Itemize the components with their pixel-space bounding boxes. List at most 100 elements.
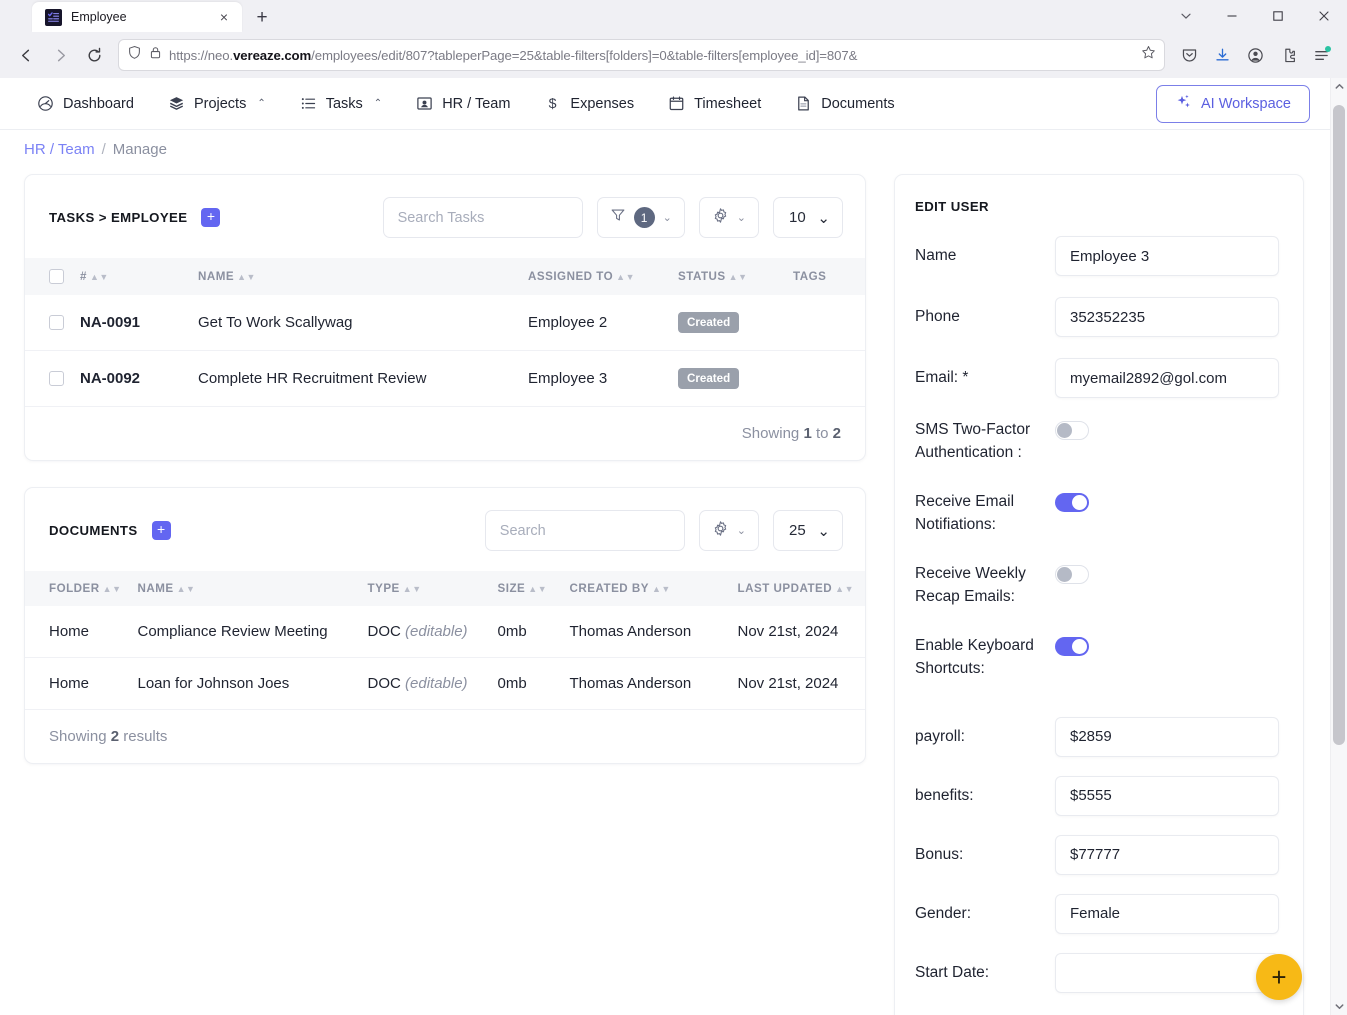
nav-item-label: Documents [821,96,894,112]
nav-item-label: HR / Team [442,96,510,112]
minimize-icon[interactable] [1209,0,1255,32]
task-id: NA-0091 [72,295,190,351]
ai-workspace-button[interactable]: AI Workspace [1156,85,1310,123]
doc-type-cell: DOC (editable) [360,658,490,710]
name-input[interactable]: Employee 3 [1055,236,1279,276]
nav-item-documents[interactable]: Documents [778,84,911,124]
field-label: payroll: [915,717,1055,749]
extensions-icon[interactable] [1272,39,1304,71]
nav-item-expenses[interactable]: $ Expenses [527,84,651,124]
add-task-button[interactable]: + [201,208,220,227]
close-icon[interactable]: × [215,8,233,26]
weekly-recap-toggle[interactable] [1055,565,1089,584]
doc-created-by: Thomas Anderson [562,658,730,710]
url-bar[interactable]: https://neo.vereaze.com/employees/edit/8… [118,39,1165,71]
documents-table: FOLDER▲▼ NAME▲▼ TYPE▲▼ SIZE▲▼ CREATED BY… [25,571,865,710]
browser-chrome: Employee × + [0,0,1347,78]
scroll-thumb[interactable] [1333,105,1345,745]
lock-icon[interactable] [149,46,162,64]
tasks-table-footer: Showing 1 to 2 [25,407,865,460]
sort-icon: ▲▼ [103,584,122,594]
table-row[interactable]: NA-0091 Get To Work Scallywag Employee 2… [25,295,865,351]
gender-input[interactable]: Female [1055,894,1279,934]
tasks-table-head: #▲▼ NAME▲▼ ASSIGNED TO▲▼ STATUS▲▼ TAGS [25,258,865,295]
col-type[interactable]: TYPE▲▼ [360,571,490,606]
tasks-search-input[interactable]: Search Tasks [383,197,583,238]
task-name: Complete HR Recruitment Review [190,351,520,407]
tasks-per-page-select[interactable]: 10 ⌄ [773,197,843,238]
table-row[interactable]: Home Compliance Review Meeting DOC (edit… [25,606,865,658]
app-menu-icon[interactable] [1305,39,1337,71]
email-notifications-toggle[interactable] [1055,493,1089,512]
field-row-weekly-recap: Receive Weekly Recap Emails: [915,563,1279,609]
list-all-tabs-icon[interactable] [1163,0,1209,32]
nav-item-tasks[interactable]: Tasks ⌃ [283,84,399,124]
col-folder[interactable]: FOLDER▲▼ [25,571,130,606]
sort-icon: ▲▼ [237,272,256,282]
col-doc-name[interactable]: NAME▲▼ [130,571,360,606]
doc-type-note: (editable) [405,623,468,640]
payroll-input[interactable]: $2859 [1055,717,1279,757]
email-input[interactable]: myemail2892@gol.com [1055,358,1279,398]
chevron-down-icon: ⌄ [817,522,830,540]
add-document-button[interactable]: + [152,521,171,540]
nav-item-hr-team[interactable]: HR / Team [399,84,527,124]
notification-dot [1325,46,1331,52]
svg-text:$: $ [549,96,557,112]
breadcrumb-root[interactable]: HR / Team [24,141,95,158]
col-size[interactable]: SIZE▲▼ [490,571,562,606]
col-assigned-to[interactable]: ASSIGNED TO▲▼ [520,258,670,295]
downloads-icon[interactable] [1206,39,1238,71]
keyboard-shortcuts-toggle[interactable] [1055,637,1089,656]
select-all-checkbox[interactable] [49,269,64,284]
scroll-up-arrow[interactable] [1331,78,1347,95]
new-tab-button[interactable]: + [248,3,276,31]
close-window-icon[interactable] [1301,0,1347,32]
star-icon[interactable] [1141,45,1156,65]
url-text[interactable]: https://neo.vereaze.com/employees/edit/8… [169,48,1134,63]
tasks-filter-button[interactable]: 1 ⌄ [597,197,685,238]
col-status[interactable]: STATUS▲▼ [670,258,785,295]
row-checkbox[interactable] [49,315,64,330]
nav-item-label: Timesheet [694,96,761,112]
col-id[interactable]: #▲▼ [72,258,190,295]
col-last-updated[interactable]: LAST UPDATED▲▼ [730,571,866,606]
maximize-icon[interactable] [1255,0,1301,32]
bonus-input[interactable]: $77777 [1055,835,1279,875]
right-column: EDIT USER Name Employee 3 Phone 35235223… [894,174,1304,1015]
back-icon[interactable] [10,39,42,71]
sort-icon: ▲▼ [729,272,748,282]
doc-name: Loan for Johnson Joes [130,658,360,710]
toggle-knob [1072,495,1087,510]
nav-item-projects[interactable]: Projects ⌃ [151,84,283,124]
floating-add-button[interactable]: + [1256,954,1302,1000]
scroll-down-arrow[interactable] [1331,998,1347,1015]
tasks-settings-button[interactable]: ⌄ [699,197,759,238]
pocket-icon[interactable] [1173,39,1205,71]
start-date-input[interactable] [1055,953,1279,993]
benefits-input[interactable]: $5555 [1055,776,1279,816]
col-created-by[interactable]: CREATED BY▲▼ [562,571,730,606]
page-scrollbar[interactable] [1330,78,1347,1015]
sparkle-icon [1175,93,1192,114]
documents-per-page-select[interactable]: 25 ⌄ [773,510,843,551]
nav-item-dashboard[interactable]: Dashboard [20,84,151,124]
table-row[interactable]: Home Loan for Johnson Joes DOC (editable… [25,658,865,710]
phone-input[interactable]: 352352235 [1055,297,1279,337]
row-checkbox[interactable] [49,371,64,386]
account-icon[interactable] [1239,39,1271,71]
chevron-up-icon: ⌃ [257,98,265,109]
reload-icon[interactable] [78,39,110,71]
forward-icon[interactable] [44,39,76,71]
documents-search-input[interactable]: Search [485,510,685,551]
nav-item-timesheet[interactable]: Timesheet [651,84,778,124]
sms-2fa-toggle[interactable] [1055,421,1089,440]
browser-tab[interactable]: Employee × [32,2,242,32]
footer-middle: to [812,425,833,442]
table-row[interactable]: NA-0092 Complete HR Recruitment Review E… [25,351,865,407]
col-name[interactable]: NAME▲▼ [190,258,520,295]
doc-folder: Home [25,658,130,710]
shield-icon[interactable] [127,45,142,65]
field-label: Bonus: [915,835,1055,867]
documents-settings-button[interactable]: ⌄ [699,510,759,551]
